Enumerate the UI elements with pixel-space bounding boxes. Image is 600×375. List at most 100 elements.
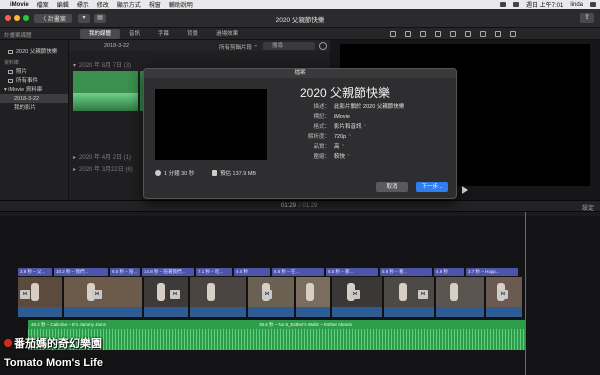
quality-select[interactable]: 高 <box>334 142 345 152</box>
description-field[interactable]: 此影片關於 2020 父親節快樂 <box>334 102 404 112</box>
watermark-line-2: Tomato Mom's Life <box>4 357 103 369</box>
total-duration: / 01:29 <box>299 203 318 209</box>
app-menu[interactable]: iMovie <box>10 2 29 8</box>
format-row: 格式： 影片和音訊 <box>300 122 450 132</box>
audio-clip-thumbnail[interactable] <box>73 71 138 111</box>
title-clip[interactable]: 4.9 秒 <box>434 268 464 276</box>
next-button[interactable]: 下一步... <box>416 182 448 192</box>
video-clip[interactable] <box>190 277 248 317</box>
music-clip-2[interactable]: 38.8 秒 – No.9_Esther's Waltz – Esther Ab… <box>256 320 526 350</box>
tab-my-media[interactable]: 我的媒體 <box>80 29 121 39</box>
title-clip[interactable]: 3.9 秒 – 父... <box>18 268 52 276</box>
sidebar-item-imovie-library[interactable]: ▾ iMovie 資料庫 <box>0 85 68 94</box>
video-clip[interactable] <box>436 277 486 317</box>
filter-icon[interactable] <box>495 31 501 37</box>
search-icon[interactable] <box>590 2 596 7</box>
menu-window[interactable]: 視窗 <box>149 0 161 9</box>
gear-icon[interactable] <box>319 42 327 50</box>
title-clip[interactable]: 10.2 秒 – 我們... <box>54 268 108 276</box>
tags-field[interactable]: iMovie <box>334 112 350 122</box>
sidebar-item-all-events[interactable]: 所有事件 <box>0 76 68 85</box>
battery-icon[interactable] <box>512 2 519 7</box>
crop-icon[interactable] <box>420 31 426 37</box>
video-clip[interactable] <box>296 277 332 317</box>
video-clip[interactable] <box>248 277 296 317</box>
tab-audio[interactable]: 音訊 <box>120 29 149 39</box>
play-icon[interactable] <box>462 186 468 194</box>
speed-icon[interactable] <box>480 31 486 37</box>
share-icon[interactable]: ⇪ <box>580 13 594 23</box>
menu-file[interactable]: 檔案 <box>37 0 49 9</box>
timeline-ruler[interactable] <box>0 212 600 216</box>
disclosure-icon[interactable]: ▾ <box>73 63 76 69</box>
video-clip[interactable] <box>64 277 144 317</box>
export-options: 描述： 此影片關於 2020 父親節快樂 標記： iMovie 格式： 影片和音訊 解… <box>300 102 450 162</box>
transition-icon[interactable]: ⋈ <box>350 290 360 299</box>
transition-icon[interactable]: ⋈ <box>92 290 102 299</box>
resolution-select[interactable]: 720p <box>334 132 352 142</box>
transition-icon[interactable]: ⋈ <box>20 290 30 299</box>
event-header-1[interactable]: ▾ 2020 年 8月 7日 (3) <box>73 60 131 69</box>
duration-text: 1 分鐘 30 秒 <box>164 171 195 177</box>
waveform <box>73 93 138 111</box>
media-tabs: 我的媒體 音訊 字幕 背景 過場效果 <box>80 29 247 39</box>
transition-icon[interactable]: ⋈ <box>262 290 272 299</box>
transition-icon[interactable]: ⋈ <box>170 290 180 299</box>
row-label: 品質： <box>313 144 330 150</box>
title-clip[interactable]: 3.7 秒 – Happ... <box>466 268 518 276</box>
color-balance-icon[interactable] <box>390 31 396 37</box>
info-icon[interactable] <box>510 31 516 37</box>
compression-select[interactable]: 較快 <box>334 152 351 162</box>
event-header-2[interactable]: ▸ 2020 年 4月 2日 (1) <box>73 152 131 161</box>
menu-edit[interactable]: 編輯 <box>57 0 69 9</box>
title-clip[interactable]: 6.8 秒 – 在... <box>272 268 324 276</box>
watermark-line-1: 番茄媽的奇幻樂園 <box>4 335 102 351</box>
size-text: 預估 137.9 MB <box>220 171 257 177</box>
title-clip[interactable]: 7.1 秒 – 吃... <box>196 268 232 276</box>
disclosure-icon[interactable]: ▸ <box>73 167 76 173</box>
menu-help[interactable]: 輔助說明 <box>169 0 193 9</box>
tab-titles[interactable]: 字幕 <box>149 29 178 39</box>
volume-icon[interactable] <box>450 31 456 37</box>
sidebar-item-my-movies[interactable]: 我的影片 <box>0 103 68 112</box>
sidebar-item-project[interactable]: 2020 父親節快樂 <box>0 47 68 56</box>
search-field[interactable]: 搜尋 <box>263 42 315 50</box>
transition-icon[interactable]: ⋈ <box>498 290 508 299</box>
cancel-button[interactable]: 取消 <box>376 182 408 192</box>
clip-filter-select[interactable]: 所有剪輯片段 ⌃ <box>219 43 258 51</box>
event-header-3[interactable]: ▸ 2020 年 3月22日 (6) <box>73 164 133 173</box>
user-name[interactable]: linda <box>570 2 583 8</box>
sidebar-item-event-2018-3-22[interactable]: 2018-3-22 <box>0 94 68 103</box>
timeline-header: 01:29/ 01:29 設定 <box>0 200 600 212</box>
current-time: 01:29 <box>281 203 297 209</box>
sidebar-item-label: 2020 父親節快樂 <box>16 49 58 55</box>
menu-view[interactable]: 顯示方式 <box>117 0 141 9</box>
title-clip[interactable]: 9.0 秒 – 陪... <box>110 268 140 276</box>
transition-icon[interactable]: ⋈ <box>418 290 428 299</box>
sidebar-item-photos[interactable]: 照片 <box>0 67 68 76</box>
disclosure-icon[interactable]: ▸ <box>73 155 76 161</box>
video-clip[interactable] <box>144 277 190 317</box>
clock-icon <box>155 170 161 176</box>
sidebar-item-label: 照片 <box>16 69 28 75</box>
media-tabs-bar: 計畫案媒體 我的媒體 音訊 字幕 背景 過場效果 <box>0 28 330 40</box>
tab-backgrounds[interactable]: 背景 <box>178 29 207 39</box>
menu-mark[interactable]: 標示 <box>77 0 89 9</box>
wifi-icon[interactable] <box>499 2 506 7</box>
tab-transitions[interactable]: 過場效果 <box>207 29 247 39</box>
timeline-settings-button[interactable]: 設定 <box>582 203 594 212</box>
playhead[interactable] <box>525 212 526 375</box>
color-correction-icon[interactable] <box>405 31 411 37</box>
title-clip[interactable]: 5.9 秒 – 看... <box>380 268 432 276</box>
title-clip[interactable]: 14.8 秒 – 陪著我們... <box>142 268 194 276</box>
title-clip[interactable]: 6.5 秒 – 那... <box>326 268 378 276</box>
clock[interactable]: 週日 上午7:01 <box>526 0 563 9</box>
menu-modify[interactable]: 修改 <box>97 0 109 9</box>
format-select[interactable]: 影片和音訊 <box>334 122 367 132</box>
project-name-field[interactable]: 2020 父親節快樂 <box>300 84 390 101</box>
noise-reduction-icon[interactable] <box>465 31 471 37</box>
video-clip[interactable] <box>384 277 436 317</box>
title-clip[interactable]: 4.0 秒 <box>234 268 270 276</box>
compression-row: 壓縮： 較快 <box>300 152 450 162</box>
stabilization-icon[interactable] <box>435 31 441 37</box>
